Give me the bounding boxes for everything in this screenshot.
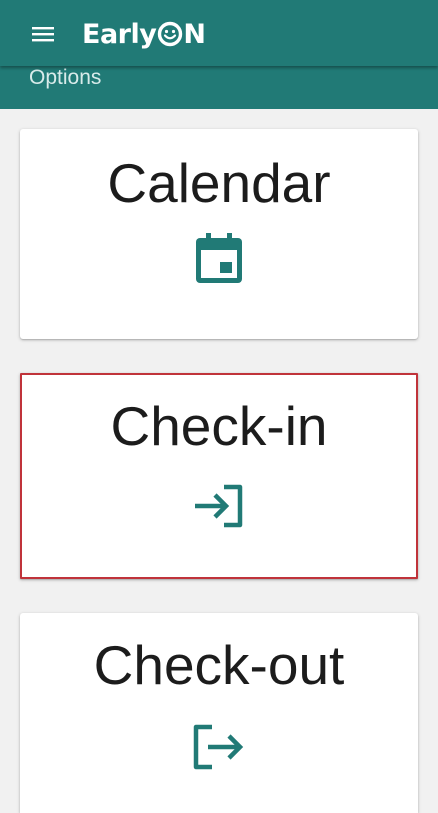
smiley-o-icon	[157, 21, 183, 47]
calendar-card[interactable]: Calendar	[20, 129, 418, 339]
calendar-icon	[196, 233, 242, 283]
logo-text-early: Early	[82, 18, 157, 50]
login-icon	[193, 484, 245, 528]
logout-icon	[193, 724, 245, 770]
app-bar: Early N	[0, 0, 438, 66]
check-out-card-label: Check-out	[93, 634, 345, 696]
hamburger-menu-icon	[32, 27, 54, 42]
logo-text-n: N	[183, 18, 206, 50]
app-logo: Early N	[82, 14, 206, 54]
check-in-card[interactable]: Check-in	[20, 373, 418, 579]
menu-button[interactable]	[24, 15, 62, 53]
section-title: Options	[29, 66, 102, 89]
section-header: Options	[0, 66, 438, 109]
check-out-card[interactable]: Check-out	[20, 613, 418, 813]
check-in-card-label: Check-in	[110, 395, 328, 457]
calendar-card-label: Calendar	[107, 152, 331, 214]
